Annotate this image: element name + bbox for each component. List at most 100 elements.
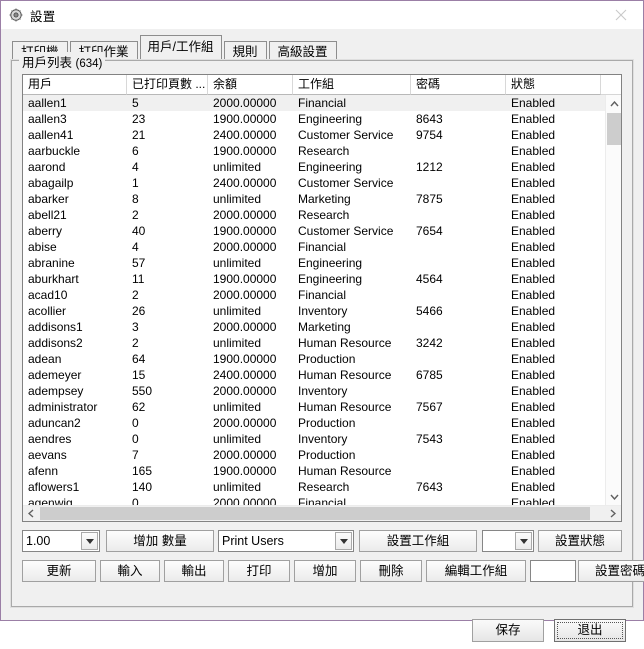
table-cell: 2400.00000 [213,368,277,382]
table-row[interactable]: administrator 62 unlimited Human Resource 75… [23,399,607,415]
table-body[interactable]: aallen1 5 2000.00000 Financial Enabled aallen… [23,95,607,505]
table-cell: 2000.00000 [213,240,277,254]
table-cell: 7543 [416,432,443,446]
table-row[interactable]: aduncan2 0 2000.00000 Production Enabled [23,415,607,431]
table-cell: aevans [28,448,67,462]
table-row[interactable]: aburkhart 11 1900.00000 Engineering 4564 Enab… [23,271,607,287]
table-row[interactable]: addisons2 2 unlimited Human Resource 3242 Ena… [23,335,607,351]
settings-window: 設置 打印機 打印作業 用戶/工作組 規則 高級設置 用戶列表 (634) 用戶 [0,0,644,642]
table-cell: 9754 [416,128,443,142]
column-header-3[interactable]: 工作組 [293,75,411,95]
table-row[interactable]: addisons1 3 2000.00000 Marketing Enabled [23,319,607,335]
table-cell: 0 [132,496,139,505]
table-row[interactable]: aallen1 5 2000.00000 Financial Enabled [23,95,607,111]
status-combo[interactable] [482,530,534,552]
password-input[interactable] [530,560,576,582]
set-password-button[interactable]: 設置密碼 [578,560,644,582]
table-row[interactable]: acollier 26 unlimited Inventory 5466 Enabled [23,303,607,319]
table-cell: 2000.00000 [213,448,277,462]
export-button[interactable]: 輸出 [164,560,224,582]
chevron-left-icon[interactable] [23,506,39,521]
refresh-button[interactable]: 更新 [22,560,96,582]
vertical-scrollbar-thumb[interactable] [607,113,621,145]
user-list-table[interactable]: 用戶 已打印頁數 ... 余額 工作組 密碼 狀態 aallen1 5 2000.00000 F… [22,74,622,522]
table-row[interactable]: aendres 0 unlimited Inventory 7543 Enabled [23,431,607,447]
table-cell: Human Resource [298,464,392,478]
horizontal-scrollbar-thumb[interactable] [40,507,590,520]
table-row[interactable]: aarbuckle 6 1900.00000 Research Enabled [23,143,607,159]
table-cell: adean [28,352,62,366]
table-cell: Enabled [511,112,556,126]
print-button[interactable]: 打印 [228,560,290,582]
table-cell: unlimited [213,256,262,270]
table-row[interactable]: agenwig 0 2000.00000 Financial Enabled [23,495,607,505]
table-cell: 6785 [416,368,443,382]
horizontal-scrollbar[interactable] [23,505,621,521]
table-cell [411,175,506,191]
table-cell: aallen3 [28,112,67,126]
delete-button[interactable]: 刪除 [360,560,422,582]
set-workgroup-button[interactable]: 設置工作組 [359,530,477,552]
table-row[interactable]: ademeyer 15 2400.00000 Human Resource 6785 En… [23,367,607,383]
table-cell: 3 [132,320,139,334]
table-row[interactable]: aevans 7 2000.00000 Production Enabled [23,447,607,463]
table-row[interactable]: acad10 2 2000.00000 Financial Enabled [23,287,607,303]
table-row[interactable]: aallen3 23 1900.00000 Engineering 8643 Enable… [23,111,607,127]
table-row[interactable]: aflowers1 140 unlimited Research 7643 Enabled [23,479,607,495]
edit-workgroup-button[interactable]: 編輯工作組 [426,560,526,582]
quantity-combo[interactable]: 1.00 [22,530,100,552]
table-cell: 7654 [416,224,443,238]
add-quantity-button[interactable]: 增加 數量 [106,530,214,552]
tab-advanced-settings[interactable]: 高級設置 [268,41,337,61]
table-cell: unlimited [213,400,262,414]
tab-users-workgroups[interactable]: 用戶/工作組 [139,35,222,59]
table-row[interactable]: afenn 165 1900.00000 Human Resource Enabled [23,463,607,479]
table-row[interactable]: aarond 4 unlimited Engineering 1212 Enabled [23,159,607,175]
table-cell: 550 [132,384,153,398]
column-header-0[interactable]: 用戶 [23,75,127,95]
table-row[interactable]: abarker 8 unlimited Marketing 7875 Enabled [23,191,607,207]
table-cell: 3242 [416,336,443,350]
column-header-1[interactable]: 已打印頁數 ... [127,75,208,95]
table-cell: aberry [28,224,63,238]
table-row[interactable]: abise 4 2000.00000 Financial Enabled [23,239,607,255]
exit-button[interactable]: 退出 [554,619,626,642]
dropdown-arrow-icon[interactable] [515,532,532,550]
table-row[interactable]: adean 64 1900.00000 Production Enabled [23,351,607,367]
table-row[interactable]: aberry 40 1900.00000 Customer Service 7654 En… [23,223,607,239]
chevron-up-icon[interactable] [606,95,621,112]
table-cell: Production [298,448,356,462]
dropdown-arrow-icon[interactable] [81,532,98,550]
table-row[interactable]: abell21 2 2000.00000 Research Enabled [23,207,607,223]
column-header-2[interactable]: 余額 [208,75,293,95]
save-button[interactable]: 保存 [472,619,544,642]
tab-rules[interactable]: 規則 [223,41,267,61]
vertical-scrollbar[interactable] [605,95,621,505]
table-row[interactable]: abranine 57 unlimited Engineering Enabled [23,255,607,271]
table-cell [411,255,506,271]
table-cell: 8 [132,192,139,206]
table-cell: administrator [28,400,98,414]
table-cell: afenn [28,464,59,478]
dropdown-arrow-icon[interactable] [335,532,352,550]
import-button[interactable]: 輸入 [100,560,160,582]
column-header-4[interactable]: 密碼 [411,75,506,95]
table-cell: Inventory [298,304,348,318]
table-cell: aendres [28,432,72,446]
table-cell: Human Resource [298,336,392,350]
table-row[interactable]: aallen41 21 2400.00000 Customer Service 9754… [23,127,607,143]
table-cell: 26 [132,304,146,318]
table-cell: 7567 [416,400,443,414]
chevron-right-icon[interactable] [605,506,621,521]
add-button[interactable]: 增加 [294,560,356,582]
set-status-button[interactable]: 設置狀態 [538,530,622,552]
chevron-down-icon[interactable] [606,488,621,505]
table-cell: agenwig [28,496,73,505]
table-cell: 40 [132,224,146,238]
table-row[interactable]: abagailp 1 2400.00000 Customer Service Enabl… [23,175,607,191]
table-row[interactable]: adempsey 550 2000.00000 Inventory Enabled [23,383,607,399]
close-icon[interactable] [598,1,643,29]
table-cell: aburkhart [28,272,79,286]
print-users-combo[interactable]: Print Users [218,530,354,552]
column-header-5[interactable]: 狀態 [506,75,601,95]
